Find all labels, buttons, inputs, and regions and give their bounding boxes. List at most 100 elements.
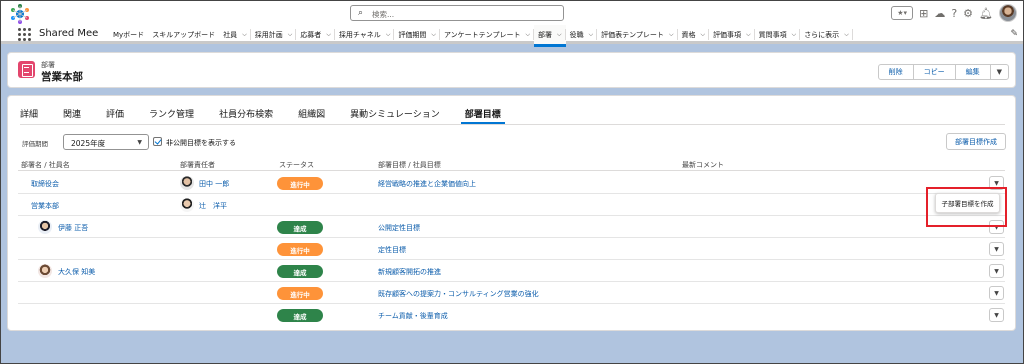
global-add-icon[interactable]: ⊞ <box>919 8 928 19</box>
nav-item[interactable]: 役職 ⌵ <box>566 25 598 44</box>
table-row: 伊藤 正吾 達成 公開定性目標 ▼ <box>18 216 1005 238</box>
record-tab[interactable]: ランク管理 <box>149 104 194 124</box>
employee-link[interactable]: 伊藤 正吾 <box>58 223 88 233</box>
setup-gear-icon[interactable]: ⚙ <box>963 8 973 19</box>
search-icon: ⌕ <box>358 8 364 18</box>
record-tab[interactable]: 異動シミュレーション <box>350 104 440 124</box>
chevron-down-icon[interactable]: ⌵ <box>844 31 849 39</box>
goal-link[interactable]: チーム貢献・後輩育成 <box>378 311 448 321</box>
row-actions-chevron-down-icon[interactable]: ▼ <box>989 264 1004 278</box>
app-logo-icon[interactable] <box>9 3 31 25</box>
nav-item[interactable]: スキルアップボード <box>148 25 219 44</box>
period-select[interactable]: 2025年度 ▼ <box>63 134 149 150</box>
nav-item[interactable]: 応募者 ⌵ <box>296 25 335 44</box>
table-row: 達成 チーム貢献・後輩育成 ▼ <box>18 304 1005 326</box>
nav-item[interactable]: 質問事項 ⌵ <box>755 25 801 44</box>
manager-avatar <box>180 198 194 212</box>
more-actions-chevron-down-icon[interactable]: ▼ <box>989 64 1009 80</box>
notifications-bell-icon[interactable]: 🔔︎ <box>979 8 993 19</box>
chevron-down-icon[interactable]: ⌵ <box>701 31 706 39</box>
manager-link[interactable]: 田中 一郎 <box>199 179 229 189</box>
row-actions-chevron-down-icon[interactable]: ▼ <box>989 242 1004 256</box>
row-actions-chevron-down-icon[interactable]: ▼ <box>989 308 1004 322</box>
nav-item-label: 社員 <box>223 30 238 39</box>
record-tab[interactable]: 組織図 <box>298 104 325 124</box>
status-badge: 進行中 <box>277 177 323 190</box>
record-tab[interactable]: 詳細 <box>20 104 38 124</box>
user-avatar[interactable] <box>999 4 1017 22</box>
global-actions: ★▾ ⊞ ☁ ? ⚙ 🔔︎ <box>891 4 1017 22</box>
record-action-buttons: 削除 コピー 編集 ▼ <box>877 64 1009 80</box>
nav-item[interactable]: 採用チャネル ⌵ <box>335 25 395 44</box>
nav-item-label: Myボード <box>113 30 145 39</box>
cloud-icon[interactable]: ☁ <box>934 8 945 19</box>
goal-link[interactable]: 新規顧客開拓の推進 <box>378 267 441 277</box>
record-tab[interactable]: 関連 <box>63 104 81 124</box>
dept-name-link[interactable]: 営業本部 <box>31 201 59 211</box>
nav-item-label: 評価期間 <box>398 30 427 39</box>
goal-link[interactable]: 定性目標 <box>378 245 406 255</box>
delete-button[interactable]: 削除 <box>877 64 914 80</box>
nav-item[interactable]: さらに表示 ⌵ <box>800 25 853 44</box>
chevron-down-icon[interactable]: ⌵ <box>525 31 530 39</box>
nav-item[interactable]: 評価期間 ⌵ <box>394 25 440 44</box>
create-department-goal-button[interactable]: 部署目標作成 <box>946 133 1006 150</box>
department-object-icon <box>18 61 35 78</box>
nav-item[interactable]: 社員 ⌵ <box>219 25 251 44</box>
chevron-down-icon[interactable]: ⌵ <box>792 31 797 39</box>
nav-item[interactable]: 評価表テンプレート ⌵ <box>597 25 678 44</box>
period-label: 評価期間 <box>22 140 48 148</box>
chevron-down-icon[interactable]: ⌵ <box>589 31 594 39</box>
goal-link[interactable]: 既存顧客への提案力・コンサルティング営業の強化 <box>378 289 539 299</box>
period-value: 2025年度 <box>71 139 106 148</box>
goal-link[interactable]: 経営戦略の推進と企業価値向上 <box>378 179 476 189</box>
employee-avatar <box>38 220 52 234</box>
nav-items: Myボード スキルアップボード 社員 ⌵ 採用計画 ⌵ 応募者 ⌵ 採用チャネル ⌵ 評価期間 ⌵ アン… <box>109 25 853 47</box>
app-name: Shared Mee <box>39 28 99 39</box>
nav-item[interactable]: アンケートテンプレート ⌵ <box>440 25 535 44</box>
show-private-label: 非公開目標を表示する <box>166 139 236 147</box>
chevron-down-icon[interactable]: ⌵ <box>669 31 674 39</box>
goal-link[interactable]: 公開定性目標 <box>378 223 420 233</box>
dept-name-link[interactable]: 取締役会 <box>31 179 59 189</box>
edit-nav-pencil-icon[interactable]: ✎ <box>1010 29 1018 39</box>
chevron-down-icon[interactable]: ⌵ <box>746 31 751 39</box>
employee-link[interactable]: 大久保 知美 <box>58 267 95 277</box>
manager-link[interactable]: 辻 洋平 <box>199 201 227 211</box>
status-badge: 達成 <box>277 221 323 234</box>
edit-button[interactable]: 編集 <box>954 64 991 80</box>
global-search[interactable]: ⌕ 検索... <box>350 5 564 21</box>
nav-item[interactable]: 部署 ⌵ <box>534 25 566 47</box>
record-tab[interactable]: 社員分布検索 <box>219 104 273 124</box>
status-badge: 進行中 <box>277 243 323 256</box>
chevron-down-icon[interactable]: ⌵ <box>288 31 293 39</box>
nav-item[interactable]: Myボード <box>109 25 148 44</box>
nav-item[interactable]: 評価事項 ⌵ <box>709 25 755 44</box>
nav-item[interactable]: 採用計画 ⌵ <box>251 25 297 44</box>
table-row: 大久保 知美 達成 新規顧客開拓の推進 ▼ <box>18 260 1005 282</box>
app-navigation-bar: Shared Mee Myボード スキルアップボード 社員 ⌵ 採用計画 ⌵ 応募者 ⌵ 採用チ… <box>1 25 1023 47</box>
manager-avatar <box>180 176 194 190</box>
column-header-dept: 部署名 / 社員名 <box>21 161 70 169</box>
highlight-callout-box <box>926 187 1007 227</box>
chevron-down-icon[interactable]: ⌵ <box>242 31 247 39</box>
nav-item-label: 採用チャネル <box>338 30 381 39</box>
nav-item-label: アンケートテンプレート <box>443 30 521 39</box>
search-placeholder: 検索... <box>372 10 395 19</box>
chevron-down-icon[interactable]: ⌵ <box>431 31 436 39</box>
nav-item[interactable]: 資格 ⌵ <box>678 25 710 44</box>
chevron-down-icon[interactable]: ⌵ <box>386 31 391 39</box>
record-tab[interactable]: 評価 <box>106 104 124 124</box>
column-header-latest-comment: 最新コメント <box>682 161 724 169</box>
help-icon[interactable]: ? <box>951 8 957 19</box>
row-actions-chevron-down-icon[interactable]: ▼ <box>989 286 1004 300</box>
favorites-icon[interactable]: ★▾ <box>891 6 914 20</box>
show-private-checkbox[interactable] <box>153 137 162 146</box>
copy-button[interactable]: コピー <box>912 64 956 80</box>
app-launcher-icon[interactable] <box>18 28 31 41</box>
nav-item-label: スキルアップボード <box>152 30 216 39</box>
record-tab[interactable]: 部署目標 <box>460 104 505 124</box>
chevron-down-icon[interactable]: ⌵ <box>557 31 562 39</box>
chevron-down-icon[interactable]: ⌵ <box>326 31 331 39</box>
table-row: 取締役会 田中 一郎 進行中 経営戦略の推進と企業価値向上 ▼ <box>18 172 1005 194</box>
